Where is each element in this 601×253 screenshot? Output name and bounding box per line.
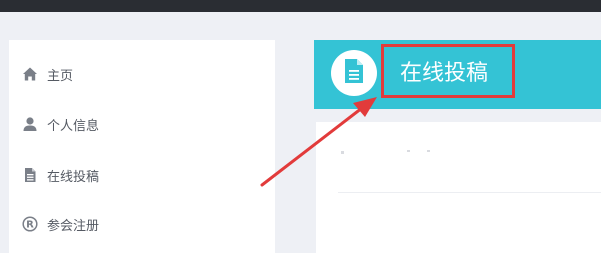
- faint-mark: [341, 151, 344, 154]
- faint-mark: [407, 150, 410, 152]
- content-card: [316, 122, 601, 253]
- header-icon-badge: [331, 50, 377, 96]
- svg-text:R: R: [26, 220, 34, 231]
- document-icon: [343, 58, 365, 88]
- sidebar-item-label: 个人信息: [47, 118, 100, 134]
- screenshot-stage: 主页 个人信息 在线投稿 R 参会注册 在线投稿: [0, 0, 601, 253]
- sidebar-item-label: 主页: [47, 68, 74, 84]
- top-bar: [0, 0, 601, 12]
- faint-mark: [427, 150, 430, 152]
- sidebar-item-online-submission[interactable]: 在线投稿: [22, 163, 99, 187]
- home-icon: [22, 66, 38, 82]
- sidebar-item-conference-registration[interactable]: R 参会注册: [22, 212, 99, 236]
- divider: [338, 192, 601, 193]
- sidebar-item-home[interactable]: 主页: [22, 62, 73, 86]
- sidebar-item-label: 在线投稿: [47, 169, 100, 185]
- sidebar-item-profile[interactable]: 个人信息: [22, 112, 99, 136]
- user-icon: [22, 116, 38, 132]
- sidebar-item-label: 参会注册: [47, 218, 100, 234]
- page-title: 在线投稿: [381, 44, 515, 98]
- page-title-text: 在线投稿: [400, 61, 489, 86]
- registered-icon: R: [22, 216, 38, 232]
- document-icon: [22, 167, 38, 183]
